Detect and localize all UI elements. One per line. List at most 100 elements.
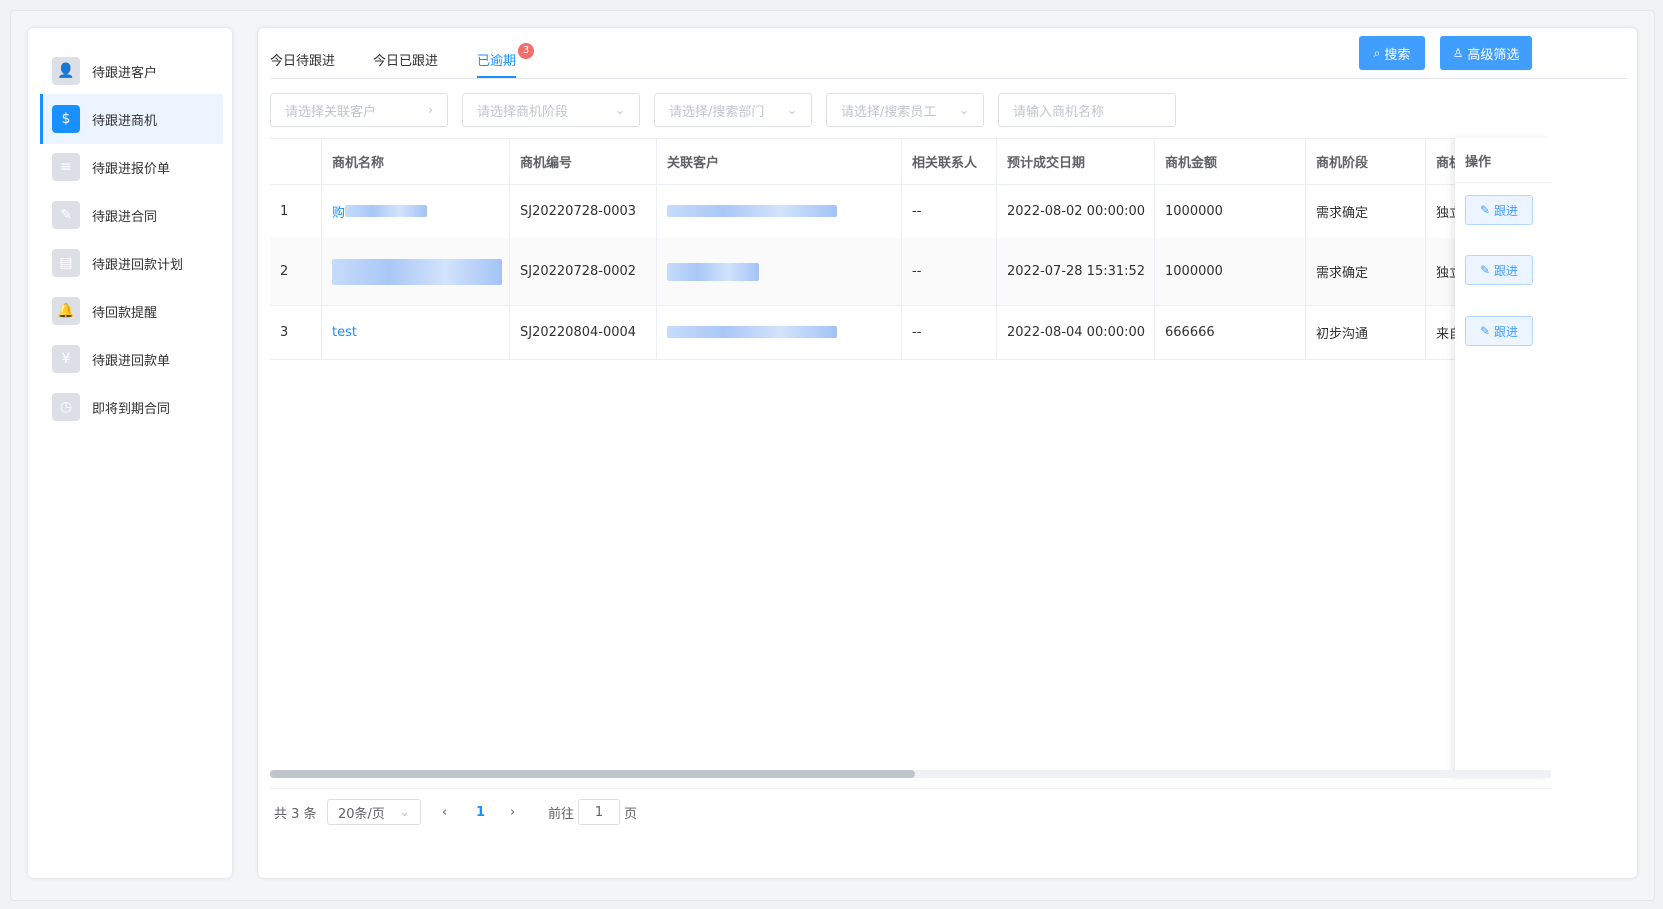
table-row: 1 购 SJ20220728-0003 -- 2022-08-02 00:00:… [270, 184, 1551, 239]
follow-up-label: 跟进 [1494, 324, 1519, 339]
sidebar-item-label: 待回款提醒 [92, 305, 158, 321]
goto-prefix: 前往 [548, 806, 575, 822]
opportunity-code: SJ20220728-0003 [510, 184, 657, 238]
chevron-right-icon: › [428, 103, 433, 117]
tab-overdue-label: 已逾期 [477, 54, 517, 69]
page-size-value: 20条/页 [338, 806, 385, 822]
header-customer: 关联客户 [657, 139, 902, 184]
sidebar-item-label: 待跟进回款计划 [92, 257, 184, 273]
date-cell: 2022-08-02 00:00:00 [997, 184, 1155, 238]
bell-icon: 🔔 [52, 297, 80, 325]
sidebar-item-pending-contracts[interactable]: ✎ 待跟进合同 [40, 190, 220, 240]
stage-select-placeholder: 请选择商机阶段 [477, 104, 569, 120]
redacted-blur [667, 205, 837, 217]
sidebar-item-label: 待跟进报价单 [92, 161, 171, 177]
goto-page-input[interactable]: 1 [578, 799, 620, 825]
customer-cell [657, 184, 902, 238]
advanced-filter-label: 高级筛选 [1467, 47, 1520, 63]
redacted-blur [667, 262, 759, 281]
header-index [270, 139, 322, 184]
customer-select[interactable]: 请选择关联客户 › [270, 93, 448, 127]
header-date: 预计成交日期 [997, 139, 1155, 184]
contact-cell: -- [902, 238, 997, 305]
opportunity-icon: $ [52, 105, 80, 133]
contact-cell: -- [902, 184, 997, 238]
tab-overdue[interactable]: 已逾期 3 [477, 43, 535, 78]
follow-up-label: 跟进 [1494, 203, 1519, 218]
chevron-down-icon: ⌄ [958, 103, 969, 117]
search-button[interactable]: ⌕ 搜索 [1359, 36, 1425, 70]
main-panel: 今日待跟进 今日已跟进 已逾期 3 ⌕ 搜索 ♙ 高级筛选 请选择关联客户 › … [258, 28, 1637, 878]
clock-icon: ◷ [52, 393, 80, 421]
opportunity-name-link[interactable]: test [322, 305, 510, 359]
money-bag-icon: ¥ [52, 345, 80, 373]
customer-select-placeholder: 请选择关联客户 [285, 104, 377, 120]
user-icon: ♙ [1452, 46, 1464, 60]
chevron-down-icon: ⌄ [786, 103, 797, 117]
stage-cell: 初步沟通 [1306, 305, 1426, 359]
sidebar-item-pending-opportunities[interactable]: $ 待跟进商机 [40, 94, 223, 144]
customer-cell [657, 305, 902, 359]
stage-select[interactable]: 请选择商机阶段 ⌄ [462, 93, 640, 127]
sidebar-item-expiring-contracts[interactable]: ◷ 即将到期合同 [40, 382, 220, 432]
department-select[interactable]: 请选择/搜索部门 ⌄ [654, 93, 812, 127]
edit-icon: ✎ [1479, 324, 1491, 338]
next-page-button[interactable]: › [510, 799, 515, 825]
pagination-total: 共 3 条 [274, 806, 317, 822]
sidebar-item-label: 待跟进客户 [92, 65, 158, 81]
scrollbar-thumb[interactable] [270, 770, 915, 778]
employee-select[interactable]: 请选择/搜索员工 ⌄ [826, 93, 984, 127]
edit-icon: ✎ [1479, 263, 1491, 277]
row-index: 1 [270, 184, 322, 238]
tab-today-pending[interactable]: 今日待跟进 [270, 50, 335, 69]
header-contact: 相关联系人 [902, 139, 997, 184]
advanced-filter-button[interactable]: ♙ 高级筛选 [1440, 36, 1532, 70]
prev-page-button[interactable]: ‹ [442, 799, 447, 825]
opportunity-name-placeholder: 请输入商机名称 [1013, 104, 1105, 120]
horizontal-scrollbar[interactable] [270, 770, 1551, 778]
follow-up-label: 跟进 [1494, 263, 1519, 278]
redacted-blur [345, 205, 428, 217]
contract-icon: ✎ [52, 201, 80, 229]
opportunity-name-text: test [332, 324, 357, 340]
sidebar-item-pending-receipts[interactable]: ¥ 待跟进回款单 [40, 334, 220, 384]
opportunity-code: SJ20220804-0004 [510, 305, 657, 359]
follow-up-button[interactable]: ✎ 跟进 [1465, 255, 1533, 285]
sidebar-item-pending-customers[interactable]: 👤 待跟进客户 [40, 46, 220, 96]
date-cell: 2022-08-04 00:00:00 [997, 305, 1155, 359]
amount-cell: 1000000 [1155, 238, 1306, 305]
sidebar-item-payment-reminders[interactable]: 🔔 待回款提醒 [40, 286, 220, 336]
customer-icon: 👤 [52, 57, 80, 85]
sidebar-item-label: 待跟进商机 [92, 113, 158, 129]
sidebar-item-pending-quotes[interactable]: ≡ 待跟进报价单 [40, 142, 220, 192]
edit-icon: ✎ [1479, 203, 1491, 217]
opportunity-name-link[interactable] [322, 238, 510, 305]
table-row: 3 test SJ20220804-0004 -- 2022-08-04 00:… [270, 305, 1551, 360]
opportunity-table: 商机名称 商机编号 关联客户 相关联系人 预计成交日期 商机金额 商机阶段 商机… [270, 138, 1551, 779]
follow-up-button[interactable]: ✎ 跟进 [1465, 195, 1533, 225]
customer-cell [657, 238, 902, 305]
table-header-row: 商机名称 商机编号 关联客户 相关联系人 预计成交日期 商机金额 商机阶段 商机 [270, 139, 1551, 185]
chevron-down-icon: ⌄ [614, 103, 625, 117]
page-1-button[interactable]: 1 [476, 799, 485, 825]
opportunity-name-input[interactable]: 请输入商机名称 [998, 93, 1176, 127]
row-index: 2 [270, 238, 322, 305]
opportunity-name-link[interactable]: 购 [322, 184, 510, 238]
header-operation: 操作 [1455, 138, 1551, 183]
goto-suffix: 页 [624, 806, 638, 822]
search-button-label: 搜索 [1384, 47, 1411, 63]
sidebar: 👤 待跟进客户 $ 待跟进商机 ≡ 待跟进报价单 ✎ 待跟进合同 ▤ 待跟进回款… [28, 28, 232, 878]
header-stage: 商机阶段 [1306, 139, 1426, 184]
table-row: 2 SJ20220728-0002 -- 2022-07-28 15:31:52… [270, 238, 1551, 306]
sidebar-item-pending-payment-plans[interactable]: ▤ 待跟进回款计划 [40, 238, 220, 288]
page-size-select[interactable]: 20条/页 ⌄ [327, 799, 421, 825]
employee-select-placeholder: 请选择/搜索员工 [841, 104, 937, 120]
tab-today-done[interactable]: 今日已跟进 [373, 50, 438, 69]
follow-up-button[interactable]: ✎ 跟进 [1465, 316, 1533, 346]
chevron-down-icon: ⌄ [399, 804, 410, 820]
overdue-count-badge: 3 [518, 43, 535, 59]
opportunity-name-text: 购 [332, 205, 346, 221]
redacted-blur [667, 326, 837, 338]
date-cell: 2022-07-28 15:31:52 [997, 238, 1155, 305]
sidebar-item-label: 待跟进回款单 [92, 353, 171, 369]
